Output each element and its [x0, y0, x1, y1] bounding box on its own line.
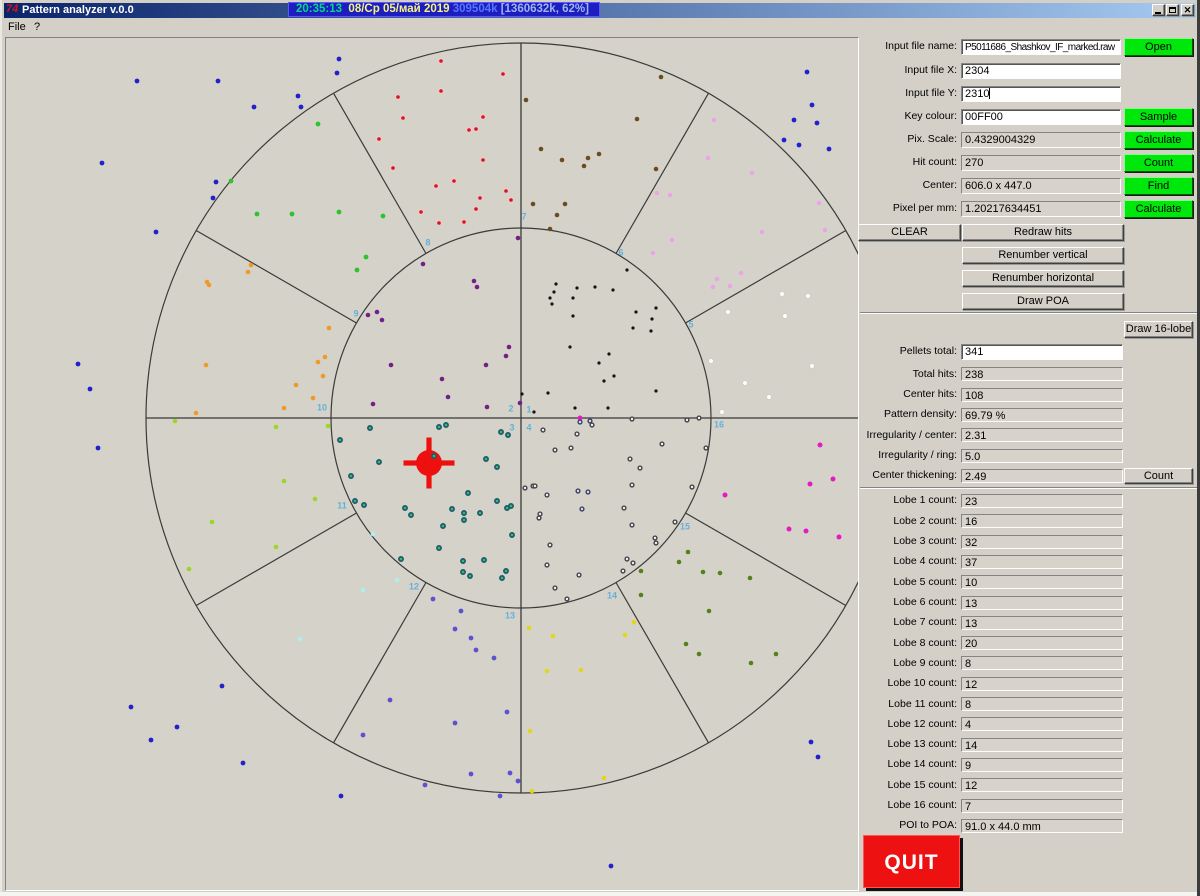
svg-text:1: 1	[526, 405, 531, 415]
svg-text:2: 2	[508, 404, 513, 414]
svg-text:6: 6	[618, 248, 623, 258]
svg-text:8: 8	[425, 238, 430, 248]
svg-text:4: 4	[526, 423, 531, 433]
svg-text:16: 16	[714, 420, 724, 430]
svg-text:9: 9	[353, 309, 358, 319]
svg-text:15: 15	[680, 522, 690, 532]
svg-text:7: 7	[521, 212, 526, 222]
svg-text:14: 14	[607, 591, 617, 601]
svg-text:13: 13	[505, 611, 515, 621]
svg-text:12: 12	[409, 582, 419, 592]
svg-text:11: 11	[337, 501, 347, 511]
svg-text:3: 3	[509, 423, 514, 433]
svg-text:5: 5	[688, 320, 693, 330]
svg-text:10: 10	[317, 403, 327, 413]
